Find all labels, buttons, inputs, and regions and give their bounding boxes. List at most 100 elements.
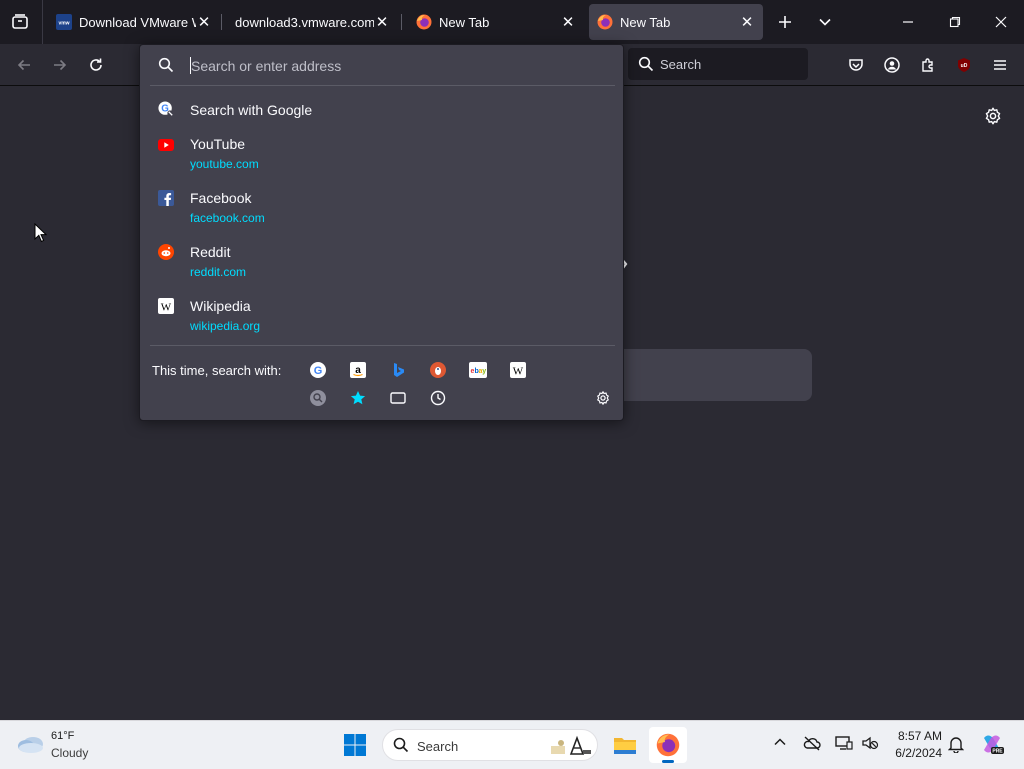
ebay-icon[interactable]: ebay [469, 361, 487, 379]
close-window-icon[interactable] [978, 0, 1024, 44]
wikipedia-icon[interactable]: W [509, 361, 527, 379]
tabs-icon[interactable] [389, 389, 407, 407]
svg-text:uD: uD [961, 63, 968, 69]
result-wikipedia[interactable]: W Wikipedia wikipedia.org [140, 295, 623, 339]
close-tab-icon[interactable]: ✕ [196, 14, 212, 31]
close-tab-icon[interactable]: ✕ [739, 14, 755, 31]
address-placeholder: Search or enter address [191, 58, 342, 74]
search-settings-gear-icon[interactable] [594, 389, 612, 407]
mouse-cursor-icon [34, 222, 48, 246]
windows-taskbar: 61°F Cloudy Search 8:57 AM 6/2/2024 PRE [0, 720, 1024, 769]
account-icon[interactable] [879, 52, 905, 78]
tab-new-tab[interactable]: New Tab ✕ [408, 4, 584, 40]
svg-text:y: y [482, 368, 486, 375]
taskbar-search-placeholder: Search [417, 739, 459, 754]
forward-arrow-icon[interactable] [47, 52, 73, 78]
weather-temperature[interactable]: 61°F [51, 730, 74, 742]
tab-new-tab-active[interactable]: New Tab ✕ [589, 4, 763, 40]
close-tab-icon[interactable]: ✕ [374, 14, 390, 31]
volume-muted-icon[interactable] [861, 735, 879, 754]
chevron-up-icon[interactable] [773, 735, 787, 752]
search-icon[interactable] [309, 389, 327, 407]
search-bar[interactable]: Search [628, 48, 808, 80]
facebook-icon [158, 190, 174, 206]
search-icon [393, 737, 409, 756]
svg-text:PRE: PRE [992, 749, 1003, 755]
result-title: Search with Google [190, 102, 313, 118]
extensions-puzzle-icon[interactable] [915, 52, 941, 78]
youtube-icon [158, 137, 174, 153]
svg-text:W: W [513, 366, 524, 378]
tab-divider [401, 14, 402, 30]
taskbar-search-box[interactable]: Search [382, 729, 598, 761]
windows-start-icon[interactable] [343, 733, 367, 760]
divider [150, 85, 615, 86]
google-icon[interactable]: G [309, 361, 327, 379]
tab-strip: vmw Download VMware Wo ✕ download3.vmwar… [0, 0, 1024, 44]
clock-date[interactable]: 6/2/2024 [888, 746, 942, 760]
svg-text:W: W [161, 302, 172, 314]
file-explorer-icon[interactable] [606, 727, 644, 763]
bookmarks-star-icon[interactable] [349, 389, 367, 407]
active-app-indicator [662, 760, 674, 763]
notification-bell-icon[interactable] [947, 735, 965, 756]
address-input[interactable]: Search or enter address [140, 45, 623, 85]
list-all-tabs-icon[interactable] [6, 8, 34, 36]
amazon-icon[interactable]: a [349, 361, 367, 379]
reload-icon[interactable] [83, 52, 109, 78]
ublock-origin-icon[interactable]: uD [951, 52, 977, 78]
cloudy-weather-icon[interactable] [16, 731, 46, 758]
chevron-down-icon[interactable] [802, 0, 848, 44]
back-arrow-icon[interactable] [11, 52, 37, 78]
history-clock-icon[interactable] [429, 389, 447, 407]
result-url: facebook.com [190, 211, 265, 225]
page-search-box[interactable] [624, 349, 812, 401]
firefox-taskbar-icon[interactable] [649, 727, 687, 763]
svg-text:vmw: vmw [58, 21, 69, 27]
wikipedia-icon: W [158, 298, 174, 314]
search-highlight-illustration-icon [549, 734, 593, 761]
search-with-google-row[interactable]: G Search with Google [140, 95, 623, 123]
search-icon [638, 56, 654, 75]
bing-icon[interactable] [389, 361, 407, 379]
weather-condition[interactable]: Cloudy [51, 746, 88, 760]
pocket-icon[interactable] [843, 52, 869, 78]
svg-text:G: G [314, 365, 323, 377]
restore-icon[interactable] [932, 0, 978, 44]
duckduckgo-icon[interactable] [429, 361, 447, 379]
clock-time[interactable]: 8:57 AM [888, 729, 942, 743]
display-network-icon[interactable] [835, 735, 853, 754]
tab-title: Download VMware Wo [79, 14, 196, 30]
tab-download3-vmware[interactable]: download3.vmware.com | ! ✕ [226, 4, 398, 40]
tab-title: New Tab [439, 14, 490, 30]
search-bar-placeholder: Search [660, 57, 702, 72]
result-facebook[interactable]: Facebook facebook.com [140, 187, 623, 231]
result-youtube[interactable]: YouTube youtube.com [140, 133, 623, 177]
tab-divider [221, 14, 222, 30]
result-url: youtube.com [190, 157, 259, 171]
firefox-icon [416, 14, 432, 30]
google-search-icon: G [158, 101, 174, 117]
urlbar-dropdown: Search or enter address G Search with Go… [139, 44, 624, 421]
svg-text:a: a [355, 365, 361, 376]
page-settings-gear-icon[interactable] [983, 106, 1003, 129]
close-tab-icon[interactable]: ✕ [560, 14, 576, 31]
firefox-icon [597, 14, 613, 30]
onedrive-offline-icon[interactable] [803, 735, 821, 754]
tab-title: download3.vmware.com | ! [235, 14, 374, 30]
divider [150, 345, 615, 346]
result-title: YouTube [190, 136, 246, 152]
reddit-icon [158, 244, 174, 260]
result-url: reddit.com [190, 265, 247, 279]
copilot-pre-icon[interactable]: PRE [980, 732, 1004, 759]
tab-download-vmware[interactable]: vmw Download VMware Wo ✕ [48, 4, 220, 40]
minimize-icon[interactable] [885, 0, 931, 44]
hamburger-menu-icon[interactable] [987, 52, 1013, 78]
result-title: Facebook [190, 190, 252, 206]
result-reddit[interactable]: Reddit reddit.com [140, 241, 623, 285]
vmware-icon: vmw [56, 14, 72, 30]
result-title: Reddit [190, 244, 231, 260]
tab-title: New Tab [620, 14, 671, 30]
result-title: Wikipedia [190, 298, 251, 314]
one-off-search-label: This time, search with: [152, 363, 282, 378]
